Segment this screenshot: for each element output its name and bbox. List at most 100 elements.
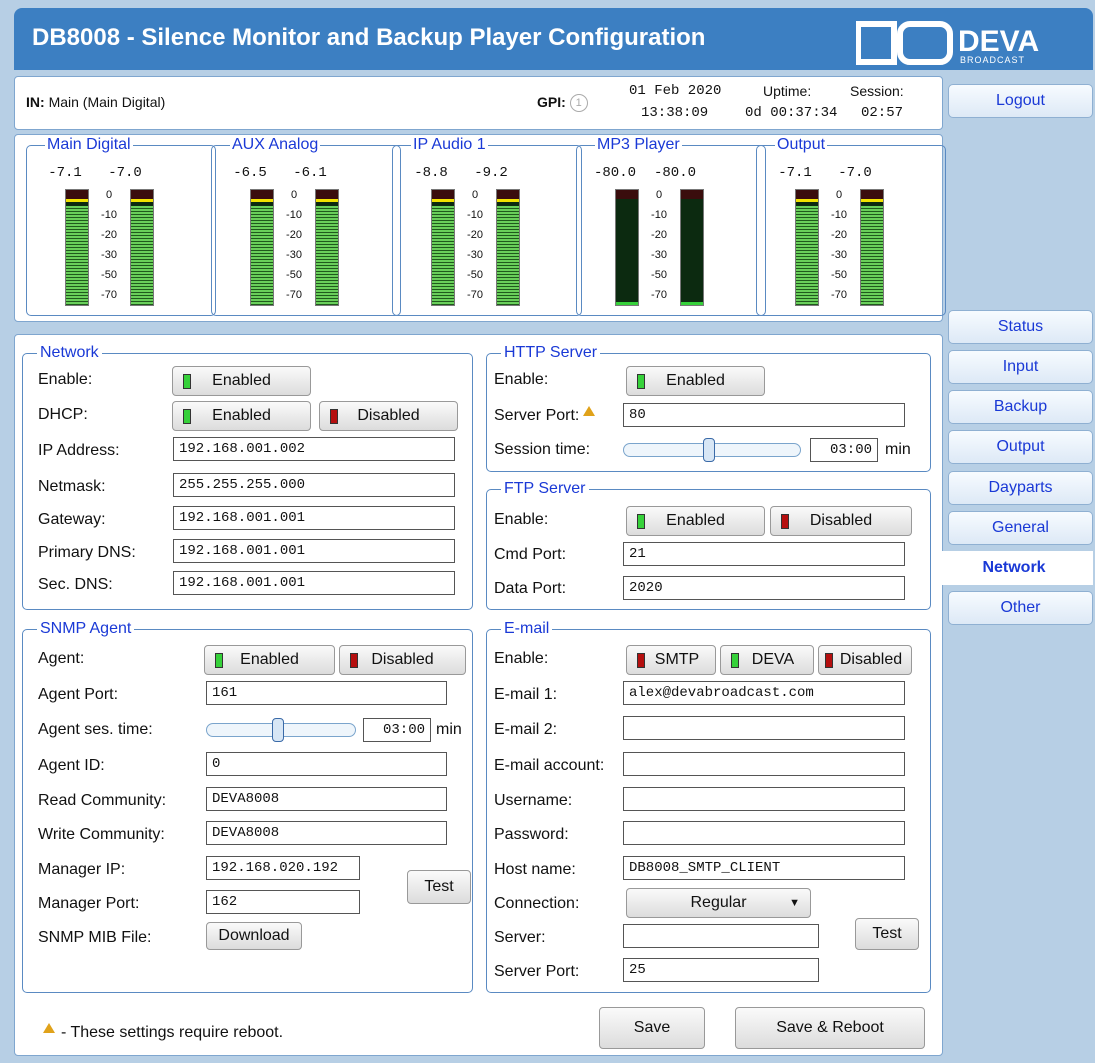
nav-status[interactable]: Status <box>948 310 1093 344</box>
ip-address-label: IP Address: <box>38 442 120 459</box>
primary-dns-input[interactable]: 192.168.001.001 <box>173 539 455 563</box>
left-level-value: -8.8 <box>414 165 448 181</box>
peak-marker <box>251 199 273 202</box>
ip-address-input[interactable]: 192.168.001.002 <box>173 437 455 461</box>
server-input[interactable] <box>623 924 819 948</box>
nav-input[interactable]: Input <box>948 350 1093 384</box>
peak-zone <box>316 190 338 199</box>
email-server-port-input[interactable]: 25 <box>623 958 819 982</box>
right-level-bar <box>315 189 339 306</box>
led-green <box>183 409 191 424</box>
right-level-value: -7.0 <box>838 165 872 181</box>
logout-button[interactable]: Logout <box>948 84 1093 118</box>
scale-tick: -70 <box>101 289 117 301</box>
ftp-cmd-port-input[interactable]: 21 <box>623 542 905 566</box>
meter-title: Main Digital <box>45 136 133 154</box>
email-smtp-button[interactable]: SMTP <box>626 645 716 675</box>
host-name-input[interactable]: DB8008_SMTP_CLIENT <box>623 856 905 880</box>
write-community-label: Write Community: <box>38 826 165 843</box>
nav-other[interactable]: Other <box>948 591 1093 625</box>
http-session-slider[interactable] <box>623 438 801 462</box>
peak-zone <box>131 190 153 199</box>
nav-output[interactable]: Output <box>948 430 1093 464</box>
email2-input[interactable] <box>623 716 905 740</box>
left-level-bar <box>65 189 89 306</box>
scale-tick: -10 <box>101 209 117 221</box>
http-port-input[interactable]: 80 <box>623 403 905 427</box>
connection-label: Connection: <box>494 895 580 912</box>
scale-tick: -30 <box>101 249 117 261</box>
peak-zone <box>251 190 273 199</box>
input-value: Main (Main Digital) <box>48 94 166 110</box>
peak-marker <box>497 199 519 202</box>
peak-marker <box>432 199 454 202</box>
dhcp-enabled-button[interactable]: Enabled <box>172 401 311 431</box>
left-level-bar <box>250 189 274 306</box>
scale-tick: 0 <box>835 189 843 201</box>
snmp-session-input[interactable]: 03:00 <box>363 718 431 742</box>
gateway-input[interactable]: 192.168.001.001 <box>173 506 455 530</box>
led-green <box>731 653 739 668</box>
write-community-input[interactable]: DEVA8008 <box>206 821 447 845</box>
left-level-value: -7.1 <box>48 165 82 181</box>
time: 13:38:09 <box>641 105 709 121</box>
email-deva-button[interactable]: DEVA <box>720 645 814 675</box>
manager-port-label: Manager Port: <box>38 895 140 912</box>
email-disabled-button[interactable]: Disabled <box>818 645 912 675</box>
snmp-port-input[interactable]: 161 <box>206 681 447 705</box>
manager-ip-input[interactable]: 192.168.020.192 <box>206 856 360 880</box>
nav-network[interactable]: Network <box>935 551 1093 585</box>
deva-logo: DEVA BROADCAST <box>856 21 1039 65</box>
peak-zone <box>681 190 703 199</box>
save-reboot-button[interactable]: Save & Reboot <box>735 1007 925 1049</box>
netmask-input[interactable]: 255.255.255.000 <box>173 473 455 497</box>
read-community-input[interactable]: DEVA8008 <box>206 787 447 811</box>
password-input[interactable] <box>623 821 905 845</box>
nav-dayparts[interactable]: Dayparts <box>948 471 1093 505</box>
led-red <box>637 653 645 668</box>
email-enable-label: Enable: <box>494 650 549 667</box>
dhcp-disabled-button[interactable]: Disabled <box>319 401 458 431</box>
connection-select[interactable]: Regular ▼ <box>626 888 811 918</box>
ftp-server-group: FTP Server Enable: Enabled Disabled Cmd … <box>486 480 931 610</box>
nav-general[interactable]: General <box>948 511 1093 545</box>
ftp-enabled-button[interactable]: Enabled <box>626 506 765 536</box>
slider-knob[interactable] <box>272 718 284 742</box>
meter-title: IP Audio 1 <box>411 136 488 154</box>
manager-port-input[interactable]: 162 <box>206 890 360 914</box>
scale-tick: -20 <box>286 229 302 241</box>
snmp-session-slider[interactable] <box>206 718 356 742</box>
peak-zone <box>497 190 519 199</box>
led-green <box>215 653 223 668</box>
slider-knob[interactable] <box>703 438 715 462</box>
session-label: Session: <box>850 83 904 99</box>
save-button[interactable]: Save <box>599 1007 705 1049</box>
snmp-enabled-button[interactable]: Enabled <box>204 645 335 675</box>
secondary-dns-input[interactable]: 192.168.001.001 <box>173 571 455 595</box>
scale-tick: -10 <box>831 209 847 221</box>
http-session-input[interactable]: 03:00 <box>810 438 878 462</box>
ftp-disabled-button[interactable]: Disabled <box>770 506 912 536</box>
level-fill <box>497 206 519 305</box>
ftp-data-port-input[interactable]: 2020 <box>623 576 905 600</box>
http-port-label: Server Port: <box>494 406 596 425</box>
email-test-button[interactable]: Test <box>855 918 919 950</box>
ftp-enable-label: Enable: <box>494 511 549 528</box>
network-enabled-button[interactable]: Enabled <box>172 366 311 396</box>
http-enabled-button[interactable]: Enabled <box>626 366 765 396</box>
nav-backup[interactable]: Backup <box>948 390 1093 424</box>
email-account-input[interactable] <box>623 752 905 776</box>
email1-input[interactable]: alex@devabroadcast.com <box>623 681 905 705</box>
snmp-test-button[interactable]: Test <box>407 870 471 904</box>
scale-tick: -10 <box>467 209 483 221</box>
primary-dns-label: Primary DNS: <box>38 544 136 561</box>
peak-zone <box>796 190 818 199</box>
username-input[interactable] <box>623 787 905 811</box>
agent-id-input[interactable]: 0 <box>206 752 447 776</box>
ftp-enabled-label: Enabled <box>666 512 725 529</box>
meter-mp3-player: MP3 Player -80.0 -80.0 0 -10 -20 -30 -50 -70 <box>576 136 766 316</box>
scale-tick: 0 <box>471 189 479 201</box>
snmp-disabled-button[interactable]: Disabled <box>339 645 466 675</box>
http-server-group: HTTP Server Enable: Enabled Server Port:… <box>486 344 931 472</box>
mib-download-button[interactable]: Download <box>206 922 302 950</box>
